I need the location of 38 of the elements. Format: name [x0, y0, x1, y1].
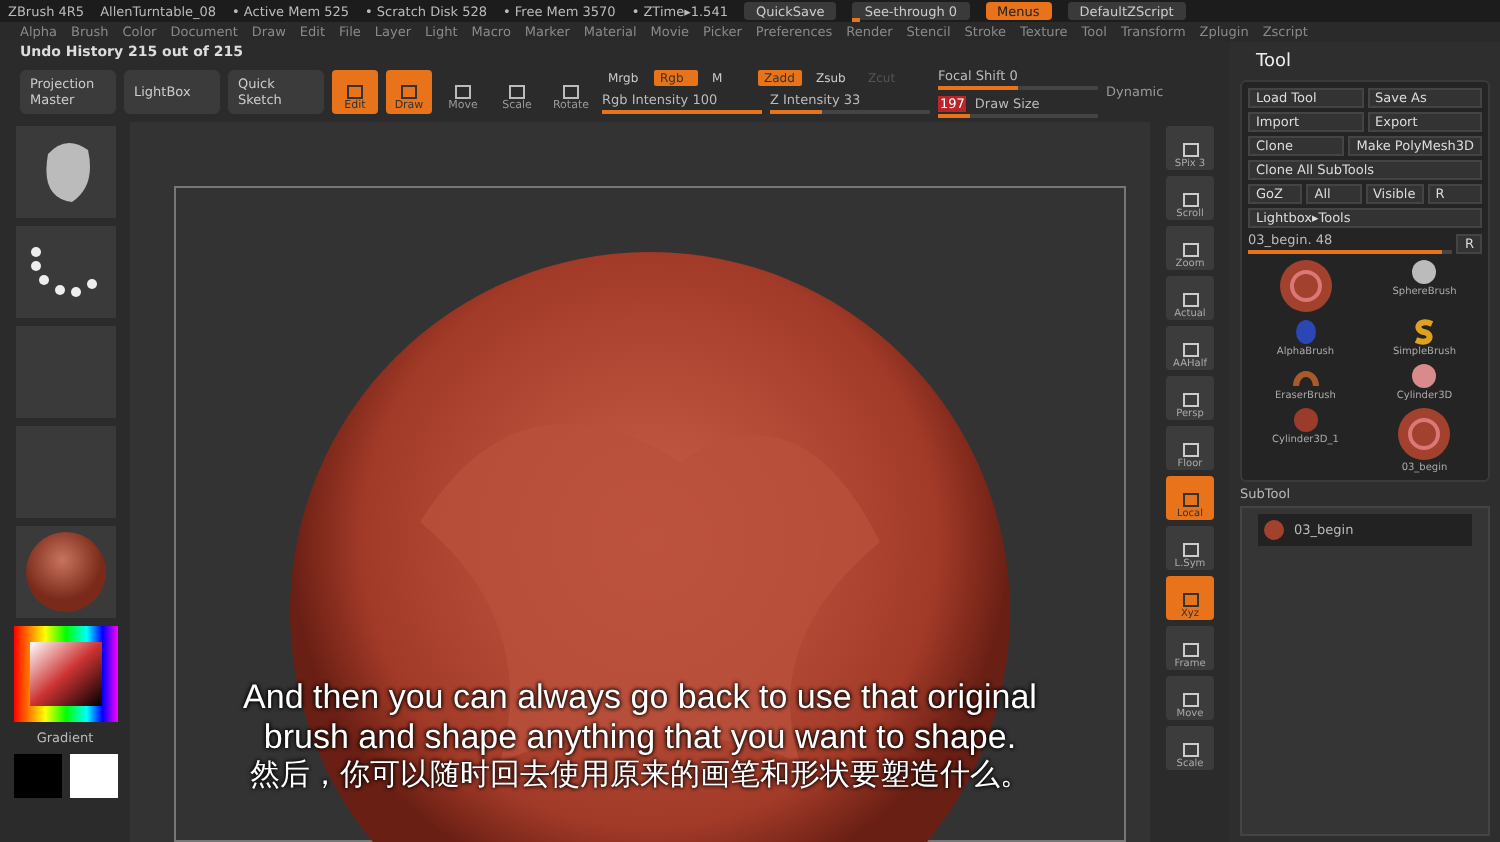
- view-icon: [1181, 592, 1199, 608]
- view-icon: [1181, 492, 1199, 508]
- gem-icon: [1291, 318, 1320, 346]
- view-icon: [1181, 742, 1199, 758]
- disc-icon: [1410, 362, 1439, 390]
- secondary-color-swatch[interactable]: [69, 754, 117, 798]
- subtitle-line: And then you can always go back to use that original: [243, 678, 1037, 718]
- sculpt-thumbnail: [1396, 406, 1453, 462]
- subtool-thumbnail[interactable]: [1262, 518, 1286, 542]
- view-icon: [1181, 442, 1199, 458]
- stroke-thumbnail[interactable]: [15, 226, 115, 318]
- ball-icon: [1291, 406, 1320, 434]
- view-icon: [1181, 292, 1199, 308]
- sculpt-thumbnail: [1277, 258, 1334, 314]
- mode-icon: [508, 84, 526, 100]
- view-icon: [1181, 342, 1199, 358]
- material-thumbnail[interactable]: [15, 526, 115, 618]
- document-canvas[interactable]: And then you can always go back to use that original brush and shape anything that you want to shape. 然后，你可以随时回去使用原来的画笔和形状要塑造什么。: [130, 122, 1150, 842]
- material-sphere-icon: [23, 530, 107, 614]
- view-icon: [1181, 692, 1199, 708]
- view-icon: [1181, 142, 1199, 158]
- view-icon: [1181, 192, 1199, 208]
- color-picker[interactable]: [13, 626, 117, 722]
- view-icon: [1181, 542, 1199, 558]
- mode-icon: [400, 84, 418, 100]
- brush-thumbnail[interactable]: [15, 126, 115, 218]
- view-icon: [1181, 642, 1199, 658]
- subtitle-line: brush and shape anything that you want to shape.: [263, 718, 1017, 758]
- mode-icon: [562, 84, 580, 100]
- subtitle-line: 然后，你可以随时回去使用原来的画笔和形状要塑造什么。: [250, 758, 1030, 794]
- view-icon: [1181, 242, 1199, 258]
- tool-panel-title: Tool: [1254, 50, 1293, 76]
- mode-icon: [346, 84, 364, 100]
- primary-color-swatch[interactable]: [13, 754, 61, 798]
- s-shape-icon: [1410, 318, 1439, 346]
- view-icon: [1181, 392, 1199, 408]
- mode-icon: [454, 84, 472, 100]
- sphere-icon: [1410, 258, 1439, 286]
